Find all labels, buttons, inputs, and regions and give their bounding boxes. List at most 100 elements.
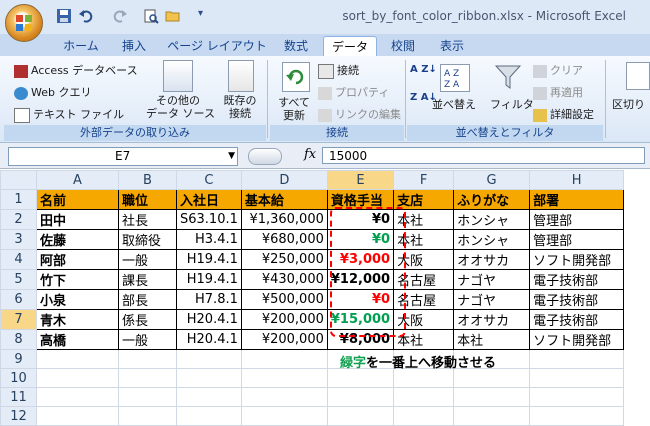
table-cell[interactable]: 部長 xyxy=(118,289,177,310)
table-cell[interactable]: 竹下 xyxy=(36,269,119,290)
refresh-all-button[interactable]: すべて 更新 xyxy=(272,96,316,122)
table-cell[interactable]: H19.4.1 xyxy=(176,269,242,290)
table-cell[interactable]: 係長 xyxy=(118,309,177,330)
table-cell[interactable]: 管理部 xyxy=(529,209,625,230)
sort-ascending-button[interactable]: A Z↓ xyxy=(410,64,437,75)
name-box[interactable]: E7 ▼ xyxy=(8,147,238,166)
empty-cell[interactable] xyxy=(176,349,242,369)
row-header[interactable]: 12 xyxy=(0,406,37,426)
header-cell[interactable]: 入社日 xyxy=(176,189,242,210)
table-cell[interactable]: H19.4.1 xyxy=(176,249,242,270)
empty-cell[interactable] xyxy=(453,368,531,388)
empty-cell[interactable] xyxy=(118,387,177,407)
table-cell[interactable]: 電子技術部 xyxy=(529,309,625,330)
open-folder-icon[interactable] xyxy=(165,8,181,24)
table-cell[interactable]: 青木 xyxy=(36,309,119,330)
office-button[interactable] xyxy=(5,4,43,42)
tab-review[interactable]: 校閲 xyxy=(382,36,424,56)
column-header[interactable]: G xyxy=(453,170,531,190)
column-header[interactable]: H xyxy=(529,170,625,190)
table-cell[interactable]: ¥1,360,000 xyxy=(240,209,328,230)
access-button[interactable]: Access データベース xyxy=(14,62,138,78)
tab-formulas[interactable]: 数式 xyxy=(276,36,316,56)
header-cell[interactable]: 部署 xyxy=(529,189,625,210)
select-all-corner[interactable] xyxy=(0,170,37,190)
empty-cell[interactable] xyxy=(393,387,455,407)
properties-button[interactable]: プロパティ xyxy=(318,84,389,100)
empty-cell[interactable] xyxy=(393,368,455,388)
empty-cell[interactable] xyxy=(176,406,242,426)
header-cell[interactable]: 職位 xyxy=(118,189,177,210)
table-cell[interactable]: 小泉 xyxy=(36,289,119,310)
table-cell[interactable]: H3.4.1 xyxy=(176,229,242,250)
row-header[interactable]: 2 xyxy=(0,209,37,230)
tab-page-layout[interactable]: ページ レイアウト xyxy=(164,36,270,56)
text-file-button[interactable]: テキスト ファイル xyxy=(14,106,124,123)
table-cell[interactable]: ¥500,000 xyxy=(240,289,328,310)
empty-cell[interactable] xyxy=(176,368,242,388)
empty-cell[interactable] xyxy=(453,387,531,407)
column-header[interactable]: F xyxy=(393,170,455,190)
empty-cell[interactable] xyxy=(529,406,625,426)
row-header[interactable]: 6 xyxy=(0,289,37,310)
empty-cell[interactable] xyxy=(326,406,395,426)
row-header[interactable]: 5 xyxy=(0,269,37,290)
header-cell[interactable]: ふりがな xyxy=(453,189,531,210)
table-cell[interactable]: S63.10.1 xyxy=(176,209,242,230)
sort-button[interactable]: 並べ替え xyxy=(432,96,476,112)
row-header[interactable]: 4 xyxy=(0,249,37,270)
table-cell[interactable]: H20.4.1 xyxy=(176,309,242,330)
table-cell[interactable]: 佐藤 xyxy=(36,229,119,250)
table-cell[interactable]: ソフト開発部 xyxy=(529,329,625,350)
row-header[interactable]: 7 xyxy=(0,309,37,330)
column-header[interactable]: B xyxy=(118,170,177,190)
table-cell[interactable]: オオサカ xyxy=(453,249,531,270)
table-cell[interactable]: 社長 xyxy=(118,209,177,230)
formula-input[interactable]: 15000 xyxy=(322,147,645,164)
table-cell[interactable]: 阿部 xyxy=(36,249,119,270)
table-cell[interactable]: 取締役 xyxy=(118,229,177,250)
column-header[interactable]: E xyxy=(326,170,395,190)
table-cell[interactable]: 管理部 xyxy=(529,229,625,250)
header-cell[interactable]: 基本給 xyxy=(240,189,328,210)
table-cell[interactable]: ¥250,000 xyxy=(240,249,328,270)
table-cell[interactable]: ¥200,000 xyxy=(240,329,328,350)
empty-cell[interactable] xyxy=(326,368,395,388)
redo-icon[interactable] xyxy=(112,8,128,24)
undo-icon[interactable] xyxy=(78,8,94,24)
name-box-dropdown-icon[interactable]: ▼ xyxy=(228,148,235,165)
edit-links-button[interactable]: リンクの編集 xyxy=(318,106,401,122)
empty-cell[interactable] xyxy=(118,368,177,388)
table-cell[interactable]: ナゴヤ xyxy=(453,269,531,290)
row-header[interactable]: 9 xyxy=(0,349,37,369)
table-cell[interactable]: 田中 xyxy=(36,209,119,230)
table-cell[interactable]: ¥200,000 xyxy=(240,309,328,330)
formula-bar-splitter[interactable] xyxy=(248,148,282,165)
table-cell[interactable]: オオサカ xyxy=(453,309,531,330)
column-header[interactable]: D xyxy=(240,170,328,190)
filter-button[interactable]: フィルタ xyxy=(490,96,534,112)
table-cell[interactable]: ¥680,000 xyxy=(240,229,328,250)
empty-cell[interactable] xyxy=(118,349,177,369)
table-cell[interactable]: ナゴヤ xyxy=(453,289,531,310)
row-header[interactable]: 3 xyxy=(0,229,37,250)
empty-cell[interactable] xyxy=(240,368,328,388)
row-header[interactable]: 1 xyxy=(0,189,37,210)
other-sources-button[interactable]: その他の データ ソース xyxy=(146,94,215,120)
row-header[interactable]: 8 xyxy=(0,329,37,350)
table-cell[interactable]: 電子技術部 xyxy=(529,269,625,290)
empty-cell[interactable] xyxy=(36,349,119,369)
empty-cell[interactable] xyxy=(240,406,328,426)
header-cell[interactable]: 名前 xyxy=(36,189,119,210)
qat-customize-icon[interactable]: ▾ xyxy=(198,8,203,19)
table-cell[interactable]: 本社 xyxy=(453,329,531,350)
tab-data[interactable]: データ xyxy=(323,36,377,57)
empty-cell[interactable] xyxy=(36,368,119,388)
tab-insert[interactable]: 挿入 xyxy=(112,36,156,56)
empty-cell[interactable] xyxy=(240,349,328,369)
column-header[interactable]: C xyxy=(176,170,242,190)
empty-cell[interactable] xyxy=(453,406,531,426)
reapply-button[interactable]: 再適用 xyxy=(533,84,583,100)
empty-cell[interactable] xyxy=(176,387,242,407)
table-cell[interactable]: 課長 xyxy=(118,269,177,290)
